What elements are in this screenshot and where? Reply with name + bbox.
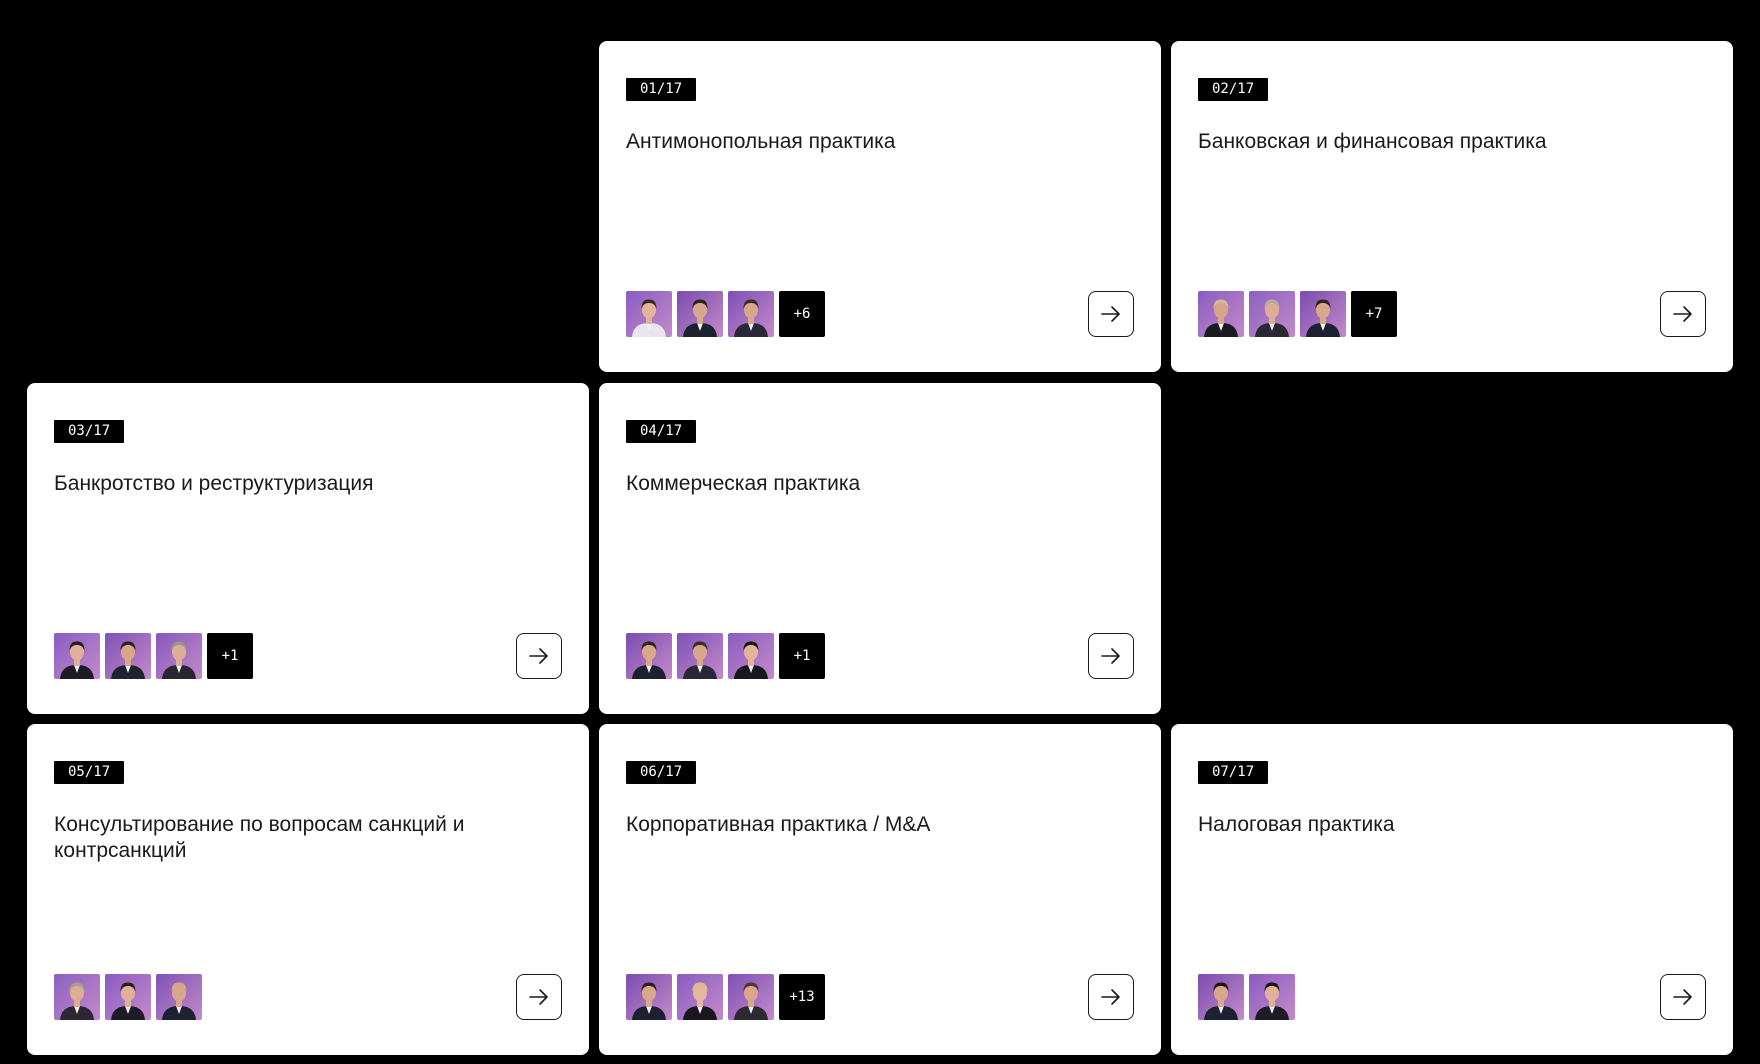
team-member-avatar — [1249, 291, 1295, 337]
practice-index-tag: 07/17 — [1198, 761, 1269, 784]
more-members-count[interactable]: +1 — [779, 633, 825, 679]
team-member-avatar — [626, 291, 672, 337]
practice-title[interactable]: Корпоративная практика / M&A — [626, 812, 1116, 838]
practice-title[interactable]: Антимонопольная практика — [626, 129, 1116, 155]
practice-index-tag: 05/17 — [54, 761, 125, 784]
team-member-avatar — [1198, 974, 1244, 1020]
team-avatars — [54, 974, 202, 1020]
team-member-avatar — [626, 633, 672, 679]
team-avatars — [1198, 974, 1295, 1020]
arrow-right-icon — [1673, 989, 1692, 1005]
team-member-avatar — [677, 974, 723, 1020]
team-member-avatar — [105, 633, 151, 679]
team-avatars: +1 — [54, 633, 253, 679]
practice-card[interactable]: 05/17 Консультирование по вопросам санкц… — [27, 724, 589, 1055]
team-member-avatar — [1198, 291, 1244, 337]
practice-title[interactable]: Банковская и финансовая практика — [1198, 129, 1688, 155]
arrow-right-icon — [529, 989, 548, 1005]
practice-card[interactable]: 02/17 Банковская и финансовая практика +… — [1171, 41, 1733, 372]
practice-title[interactable]: Коммерческая практика — [626, 471, 1116, 497]
arrow-right-icon — [1673, 306, 1692, 322]
more-members-count[interactable]: +6 — [779, 291, 825, 337]
team-member-avatar — [677, 291, 723, 337]
practice-index-tag: 01/17 — [626, 78, 697, 101]
open-practice-button[interactable] — [1088, 633, 1134, 679]
more-members-count[interactable]: +1 — [207, 633, 253, 679]
arrow-right-icon — [529, 648, 548, 664]
practice-title[interactable]: Консультирование по вопросам санкций и к… — [54, 812, 544, 864]
practice-index-tag: 06/17 — [626, 761, 697, 784]
practice-card[interactable]: 04/17 Коммерческая практика +1 — [599, 383, 1161, 714]
practice-index-tag: 04/17 — [626, 420, 697, 443]
practice-index-tag: 03/17 — [54, 420, 125, 443]
open-practice-button[interactable] — [1660, 974, 1706, 1020]
open-practice-button[interactable] — [1088, 291, 1134, 337]
more-members-count[interactable]: +7 — [1351, 291, 1397, 337]
team-member-avatar — [105, 974, 151, 1020]
arrow-right-icon — [1101, 648, 1120, 664]
team-member-avatar — [1300, 291, 1346, 337]
team-avatars: +6 — [626, 291, 825, 337]
open-practice-button[interactable] — [516, 974, 562, 1020]
team-member-avatar — [156, 633, 202, 679]
team-member-avatar — [728, 974, 774, 1020]
more-members-count[interactable]: +13 — [779, 974, 825, 1020]
practice-title[interactable]: Банкротство и реструктуризация — [54, 471, 544, 497]
team-avatars: +13 — [626, 974, 825, 1020]
practice-card[interactable]: 06/17 Корпоративная практика / M&A +13 — [599, 724, 1161, 1055]
arrow-right-icon — [1101, 306, 1120, 322]
team-member-avatar — [1249, 974, 1295, 1020]
practice-title[interactable]: Налоговая практика — [1198, 812, 1688, 838]
practice-index-tag: 02/17 — [1198, 78, 1269, 101]
team-avatars: +1 — [626, 633, 825, 679]
arrow-right-icon — [1101, 989, 1120, 1005]
team-member-avatar — [156, 974, 202, 1020]
team-member-avatar — [54, 974, 100, 1020]
team-avatars: +7 — [1198, 291, 1397, 337]
practice-card[interactable]: 01/17 Антимонопольная практика +6 — [599, 41, 1161, 372]
team-member-avatar — [626, 974, 672, 1020]
team-member-avatar — [54, 633, 100, 679]
open-practice-button[interactable] — [516, 633, 562, 679]
practice-card[interactable]: 07/17 Налоговая практика — [1171, 724, 1733, 1055]
open-practice-button[interactable] — [1088, 974, 1134, 1020]
open-practice-button[interactable] — [1660, 291, 1706, 337]
team-member-avatar — [728, 633, 774, 679]
team-member-avatar — [677, 633, 723, 679]
practice-card[interactable]: 03/17 Банкротство и реструктуризация +1 — [27, 383, 589, 714]
team-member-avatar — [728, 291, 774, 337]
